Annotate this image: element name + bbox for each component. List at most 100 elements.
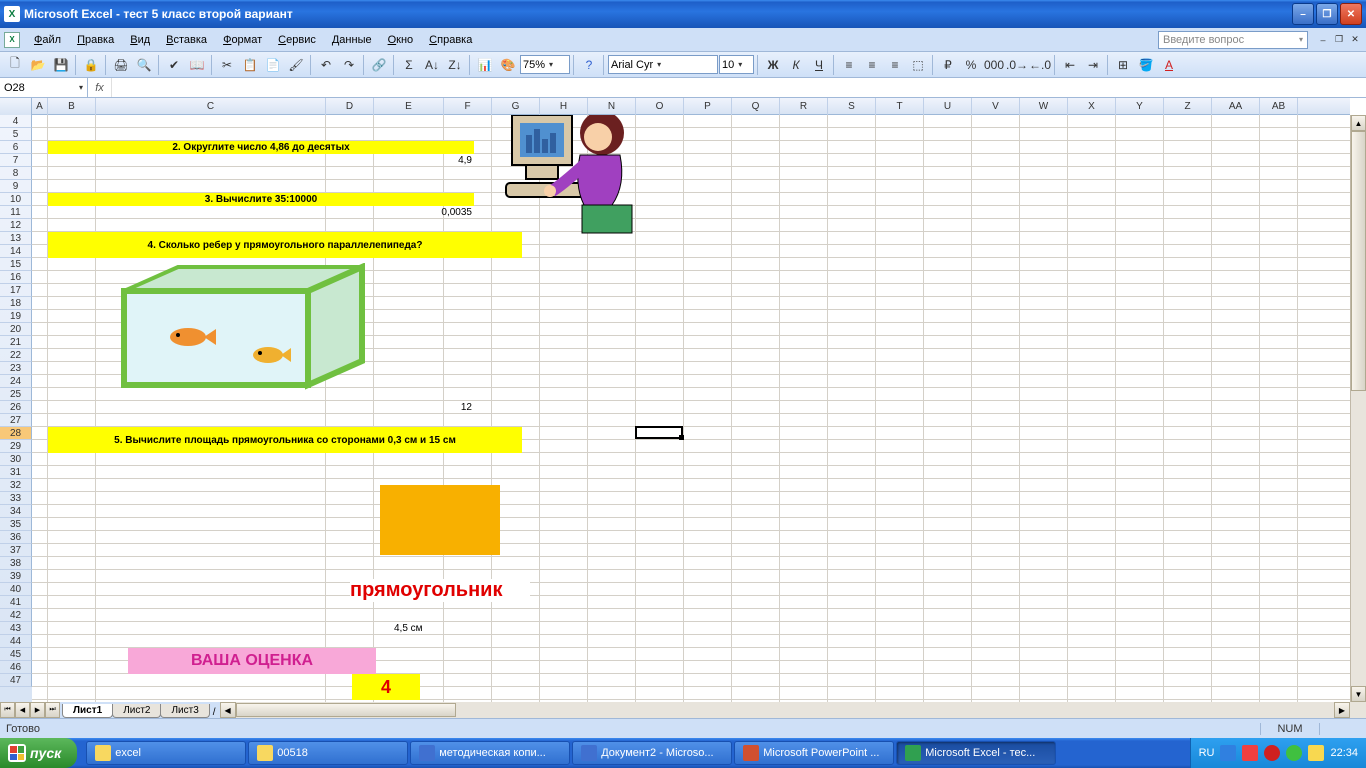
row-header-21[interactable]: 21 xyxy=(0,336,32,349)
copy-button[interactable]: 📋 xyxy=(239,54,261,76)
bold-button[interactable]: Ж xyxy=(762,54,784,76)
row-header-47[interactable]: 47 xyxy=(0,674,32,687)
maximize-button[interactable]: ❐ xyxy=(1316,3,1338,25)
row-header-9[interactable]: 9 xyxy=(0,180,32,193)
merge-center-button[interactable]: ⬚ xyxy=(907,54,929,76)
align-right-button[interactable]: ≡ xyxy=(884,54,906,76)
scroll-right-button[interactable]: ▶ xyxy=(1334,702,1350,718)
vertical-scrollbar[interactable]: ▲ ▼ xyxy=(1350,115,1366,702)
column-header-H[interactable]: H xyxy=(540,98,588,115)
align-left-button[interactable]: ≡ xyxy=(838,54,860,76)
tray-icon[interactable] xyxy=(1286,745,1302,761)
font-color-button[interactable]: A xyxy=(1158,54,1180,76)
sheet-tab-Лист3[interactable]: Лист3 xyxy=(160,704,209,718)
column-header-P[interactable]: P xyxy=(684,98,732,115)
open-button[interactable]: 📂 xyxy=(27,54,49,76)
row-header-40[interactable]: 40 xyxy=(0,583,32,596)
column-header-AA[interactable]: AA xyxy=(1212,98,1260,115)
zoom-combo[interactable]: 75%▾ xyxy=(520,55,570,74)
tray-icon[interactable] xyxy=(1242,745,1258,761)
menu-правка[interactable]: Правка xyxy=(69,32,122,48)
row-header-13[interactable]: 13 xyxy=(0,232,32,245)
column-header-D[interactable]: D xyxy=(326,98,374,115)
tray-icon[interactable] xyxy=(1264,745,1280,761)
taskbar-item[interactable]: Microsoft Excel - тес... xyxy=(896,741,1056,765)
row-header-11[interactable]: 11 xyxy=(0,206,32,219)
column-header-U[interactable]: U xyxy=(924,98,972,115)
language-indicator[interactable]: RU xyxy=(1199,747,1215,759)
row-header-16[interactable]: 16 xyxy=(0,271,32,284)
tab-next-button[interactable]: ▶ xyxy=(30,702,45,718)
row-header-19[interactable]: 19 xyxy=(0,310,32,323)
close-button[interactable]: ✕ xyxy=(1340,3,1362,25)
row-header-7[interactable]: 7 xyxy=(0,154,32,167)
row-header-5[interactable]: 5 xyxy=(0,128,32,141)
taskbar-item[interactable]: excel xyxy=(86,741,246,765)
row-header-28[interactable]: 28 xyxy=(0,427,32,440)
column-header-Z[interactable]: Z xyxy=(1164,98,1212,115)
row-header-20[interactable]: 20 xyxy=(0,323,32,336)
clock[interactable]: 22:34 xyxy=(1330,747,1358,759)
row-header-37[interactable]: 37 xyxy=(0,544,32,557)
column-header-E[interactable]: E xyxy=(374,98,444,115)
column-header-G[interactable]: G xyxy=(492,98,540,115)
row-header-39[interactable]: 39 xyxy=(0,570,32,583)
print-button[interactable]: 🖨 xyxy=(110,54,132,76)
row-header-30[interactable]: 30 xyxy=(0,453,32,466)
column-header-B[interactable]: B xyxy=(48,98,96,115)
column-header-S[interactable]: S xyxy=(828,98,876,115)
column-header-X[interactable]: X xyxy=(1068,98,1116,115)
drawing-button[interactable]: 🎨 xyxy=(497,54,519,76)
tab-first-button[interactable]: ⏮ xyxy=(0,702,15,718)
comma-button[interactable]: 000 xyxy=(983,54,1005,76)
menu-окно[interactable]: Окно xyxy=(380,32,422,48)
minimize-button[interactable]: – xyxy=(1292,3,1314,25)
start-button[interactable]: пуск xyxy=(0,738,77,768)
new-button[interactable]: 🗋 xyxy=(4,54,26,76)
autosum-button[interactable]: Σ xyxy=(398,54,420,76)
tab-last-button[interactable]: ⏭ xyxy=(45,702,60,718)
row-header-25[interactable]: 25 xyxy=(0,388,32,401)
taskbar-item[interactable]: Microsoft PowerPoint ... xyxy=(734,741,894,765)
column-header-O[interactable]: O xyxy=(636,98,684,115)
doc-restore-button[interactable]: ❐ xyxy=(1332,33,1346,47)
row-header-46[interactable]: 46 xyxy=(0,661,32,674)
sort-desc-button[interactable]: Z↓ xyxy=(444,54,466,76)
decrease-decimal-button[interactable]: ←.0 xyxy=(1029,54,1051,76)
column-header-AB[interactable]: AB xyxy=(1260,98,1298,115)
scroll-left-button[interactable]: ◀ xyxy=(220,702,236,718)
row-header-23[interactable]: 23 xyxy=(0,362,32,375)
row-header-38[interactable]: 38 xyxy=(0,557,32,570)
row-header-42[interactable]: 42 xyxy=(0,609,32,622)
hyperlink-button[interactable]: 🔗 xyxy=(368,54,390,76)
column-header-N[interactable]: N xyxy=(588,98,636,115)
row-header-4[interactable]: 4 xyxy=(0,115,32,128)
row-header-22[interactable]: 22 xyxy=(0,349,32,362)
sort-asc-button[interactable]: A↓ xyxy=(421,54,443,76)
row-header-43[interactable]: 43 xyxy=(0,622,32,635)
row-header-17[interactable]: 17 xyxy=(0,284,32,297)
column-header-F[interactable]: F xyxy=(444,98,492,115)
row-header-33[interactable]: 33 xyxy=(0,492,32,505)
font-combo[interactable]: Arial Cyr▾ xyxy=(608,55,718,74)
row-header-15[interactable]: 15 xyxy=(0,258,32,271)
column-header-Q[interactable]: Q xyxy=(732,98,780,115)
row-header-12[interactable]: 12 xyxy=(0,219,32,232)
row-header-14[interactable]: 14 xyxy=(0,245,32,258)
tray-icon[interactable] xyxy=(1308,745,1324,761)
paste-button[interactable]: 📄 xyxy=(262,54,284,76)
vertical-scroll-thumb[interactable] xyxy=(1351,131,1366,391)
doc-close-button[interactable]: ✕ xyxy=(1348,33,1362,47)
row-header-26[interactable]: 26 xyxy=(0,401,32,414)
research-button[interactable]: 📖 xyxy=(186,54,208,76)
format-painter-button[interactable]: 🖌 xyxy=(285,54,307,76)
horizontal-scroll-thumb[interactable] xyxy=(236,703,456,717)
workbook-icon[interactable]: X xyxy=(4,32,20,48)
row-header-29[interactable]: 29 xyxy=(0,440,32,453)
doc-minimize-button[interactable]: – xyxy=(1316,33,1330,47)
sheet-tab-Лист1[interactable]: Лист1 xyxy=(62,704,113,718)
scroll-down-button[interactable]: ▼ xyxy=(1351,686,1366,702)
menu-данные[interactable]: Данные xyxy=(324,32,380,48)
borders-button[interactable]: ⊞ xyxy=(1112,54,1134,76)
increase-indent-button[interactable]: ⇥ xyxy=(1082,54,1104,76)
